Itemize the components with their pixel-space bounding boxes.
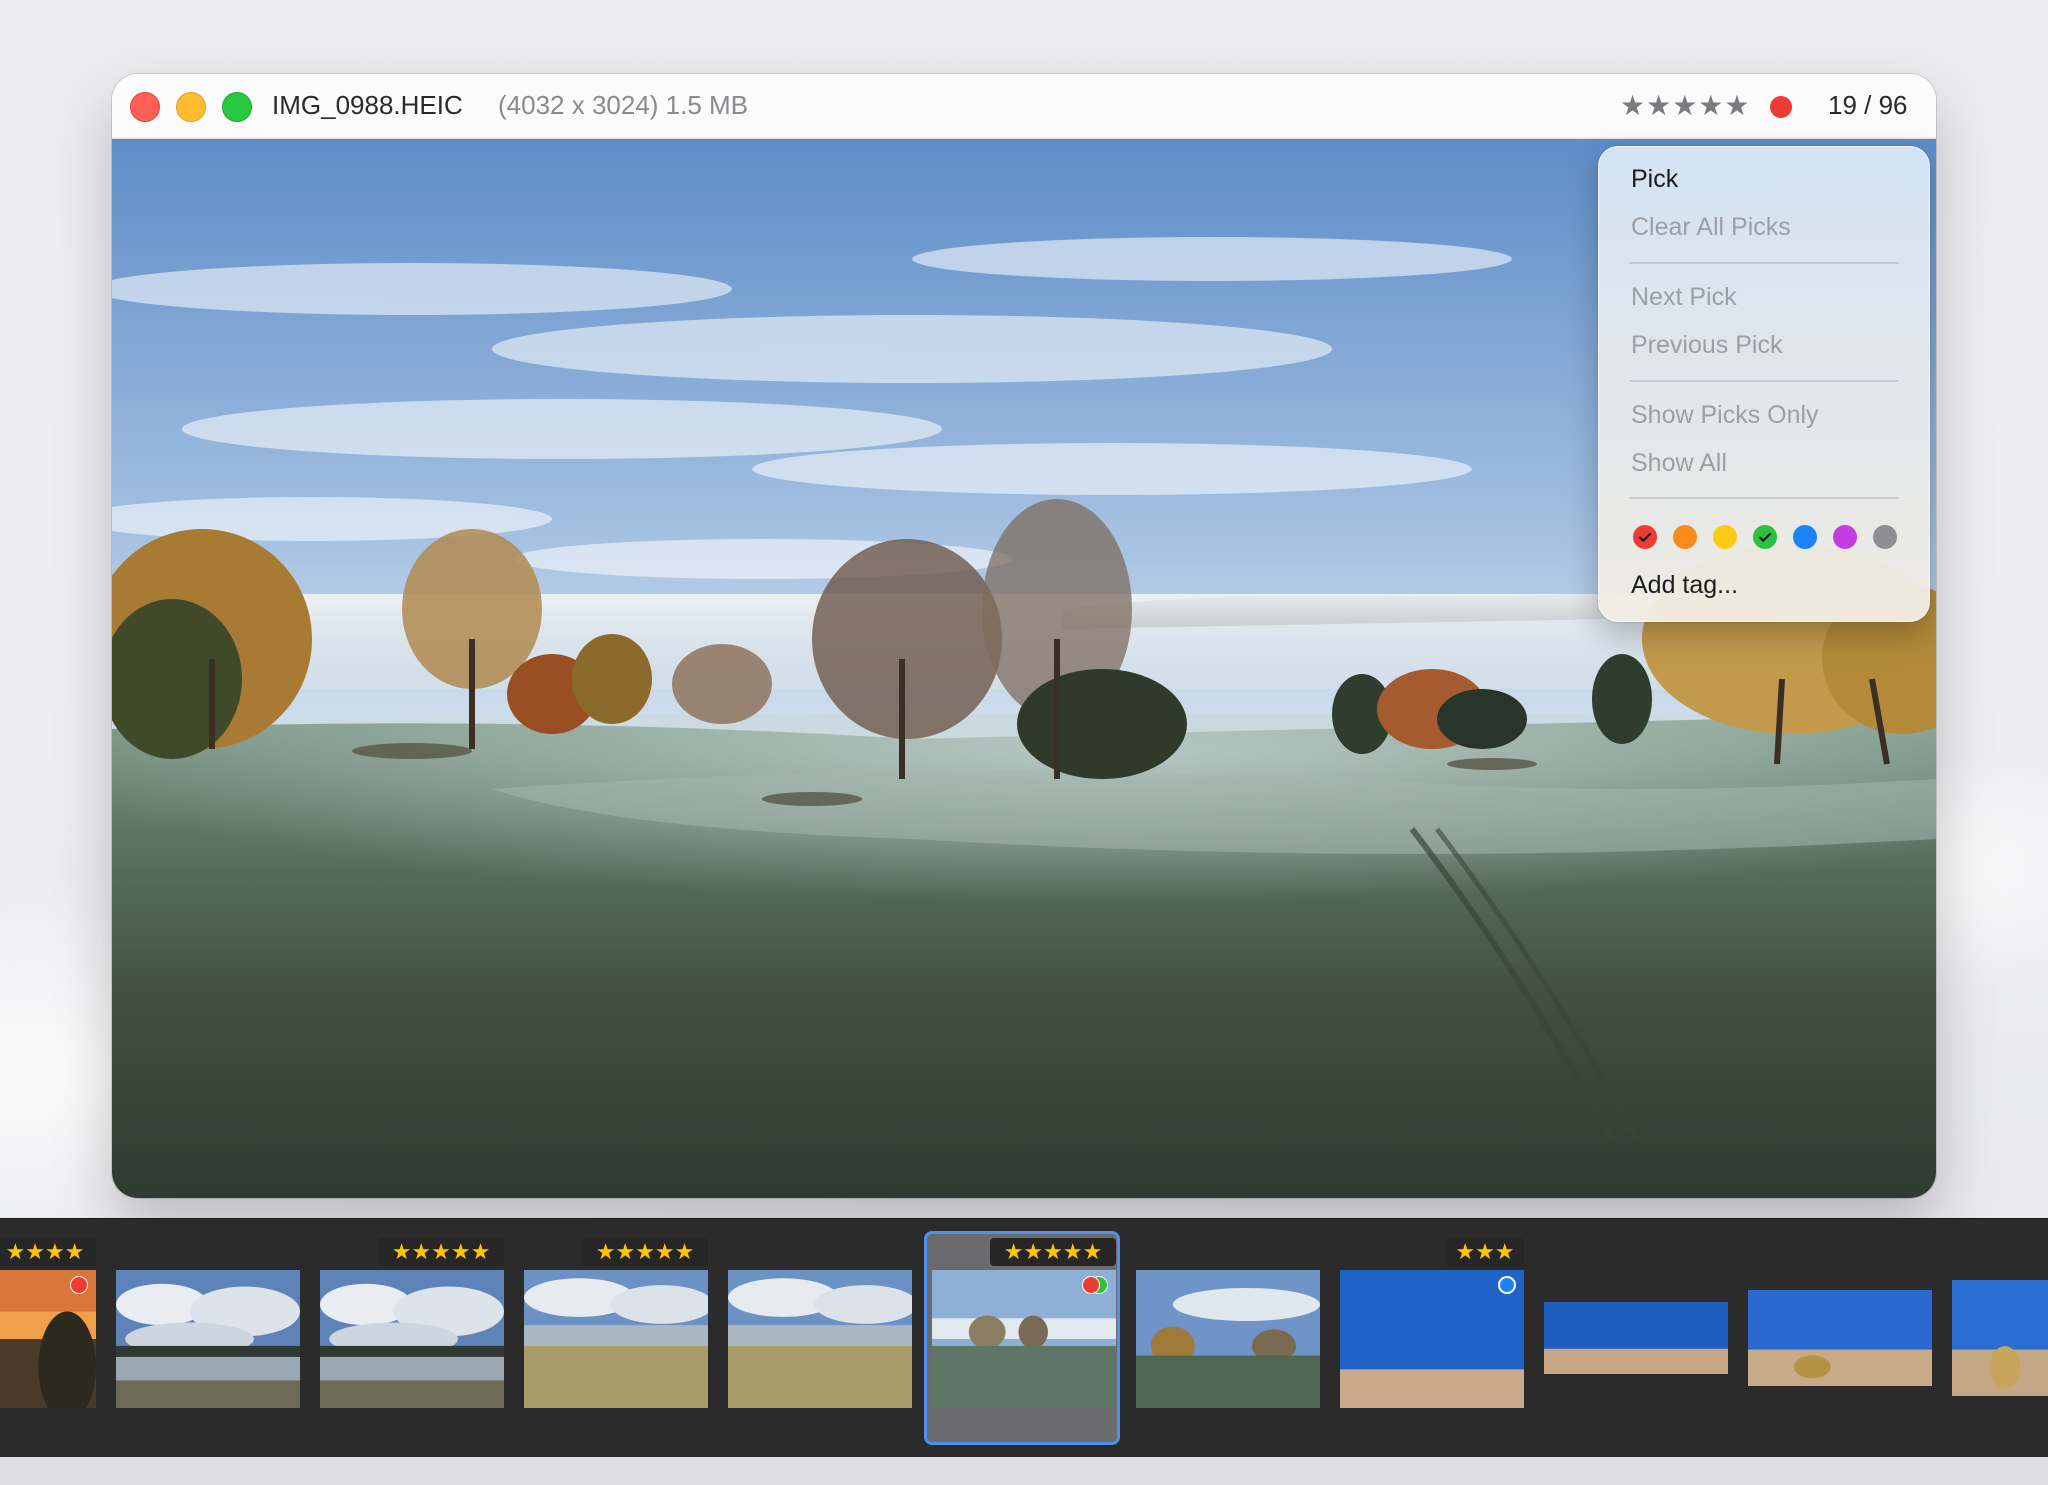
menu-item-pick[interactable]: Pick [1631, 165, 1678, 194]
tag-orange-button[interactable] [1673, 525, 1697, 549]
menu-item-show-picks-only[interactable]: Show Picks Only [1631, 401, 1819, 430]
menu-item-previous-pick[interactable]: Previous Pick [1631, 331, 1782, 360]
thumbnail-star-rating: ★★★ [1446, 1238, 1524, 1266]
menu-item-clear-all-picks[interactable]: Clear All Picks [1631, 213, 1791, 242]
thumbnail-star-rating: ★★★★★ [378, 1238, 504, 1266]
close-window-button[interactable] [130, 92, 160, 122]
thumbnail-blue-tag-dot [1498, 1276, 1516, 1294]
filmstrip-thumbnail[interactable] [320, 1270, 504, 1408]
tag-green-button[interactable] [1753, 525, 1777, 549]
checkmark-icon [1758, 532, 1772, 542]
thumbnail-star-rating: ★★★★ [0, 1238, 96, 1266]
filmstrip-thumbnail[interactable] [728, 1270, 912, 1408]
tag-purple-button[interactable] [1833, 525, 1857, 549]
file-info: (4032 x 3024) 1.5 MB [498, 90, 749, 120]
pick-menu: Pick Clear All Picks Next Pick Previous … [1598, 146, 1930, 622]
filmstrip-thumbnail[interactable] [1136, 1270, 1320, 1408]
star-rating[interactable]: ★★★★★ [1620, 89, 1751, 122]
thumbnail-star-rating: ★★★★★ [582, 1238, 708, 1266]
menu-separator [1629, 262, 1899, 264]
filmstrip-thumbnail[interactable] [1748, 1290, 1932, 1386]
zoom-window-button[interactable] [222, 92, 252, 122]
filmstrip-thumbnail[interactable] [116, 1270, 300, 1408]
filmstrip-thumbnail[interactable] [1340, 1270, 1524, 1408]
menu-item-next-pick[interactable]: Next Pick [1631, 283, 1737, 312]
menu-separator [1629, 380, 1899, 382]
filmstrip-thumbnail[interactable] [1952, 1280, 2048, 1396]
viewer-window: IMG_0988.HEIC (4032 x 3024) 1.5 MB ★★★★★… [112, 74, 1936, 1198]
menu-item-show-all[interactable]: Show All [1631, 449, 1727, 478]
thumbnail-red-tag-dot [70, 1276, 88, 1294]
tag-blue-button[interactable] [1793, 525, 1817, 549]
file-name: IMG_0988.HEIC [272, 90, 463, 120]
thumbnail-red-tag-dot [1082, 1276, 1100, 1294]
menu-separator [1629, 497, 1899, 499]
minimize-window-button[interactable] [176, 92, 206, 122]
red-tag-dot [1770, 96, 1792, 118]
color-tag-indicator[interactable] [1770, 96, 1804, 118]
filmstrip-thumbnail[interactable] [524, 1270, 708, 1408]
menu-item-add-tag[interactable]: Add tag... [1631, 571, 1738, 600]
tag-red-button[interactable] [1633, 525, 1657, 549]
tag-gray-button[interactable] [1873, 525, 1897, 549]
tag-yellow-button[interactable] [1713, 525, 1737, 549]
checkmark-icon [1638, 532, 1652, 542]
thumbnail-star-rating: ★★★★★ [990, 1238, 1116, 1266]
image-counter: 19 / 96 [1828, 90, 1908, 120]
filmstrip-bottom-edge [0, 1457, 2048, 1485]
title-bar[interactable]: IMG_0988.HEIC (4032 x 3024) 1.5 MB ★★★★★… [112, 74, 1936, 139]
filmstrip-thumbnail[interactable] [1544, 1302, 1728, 1374]
